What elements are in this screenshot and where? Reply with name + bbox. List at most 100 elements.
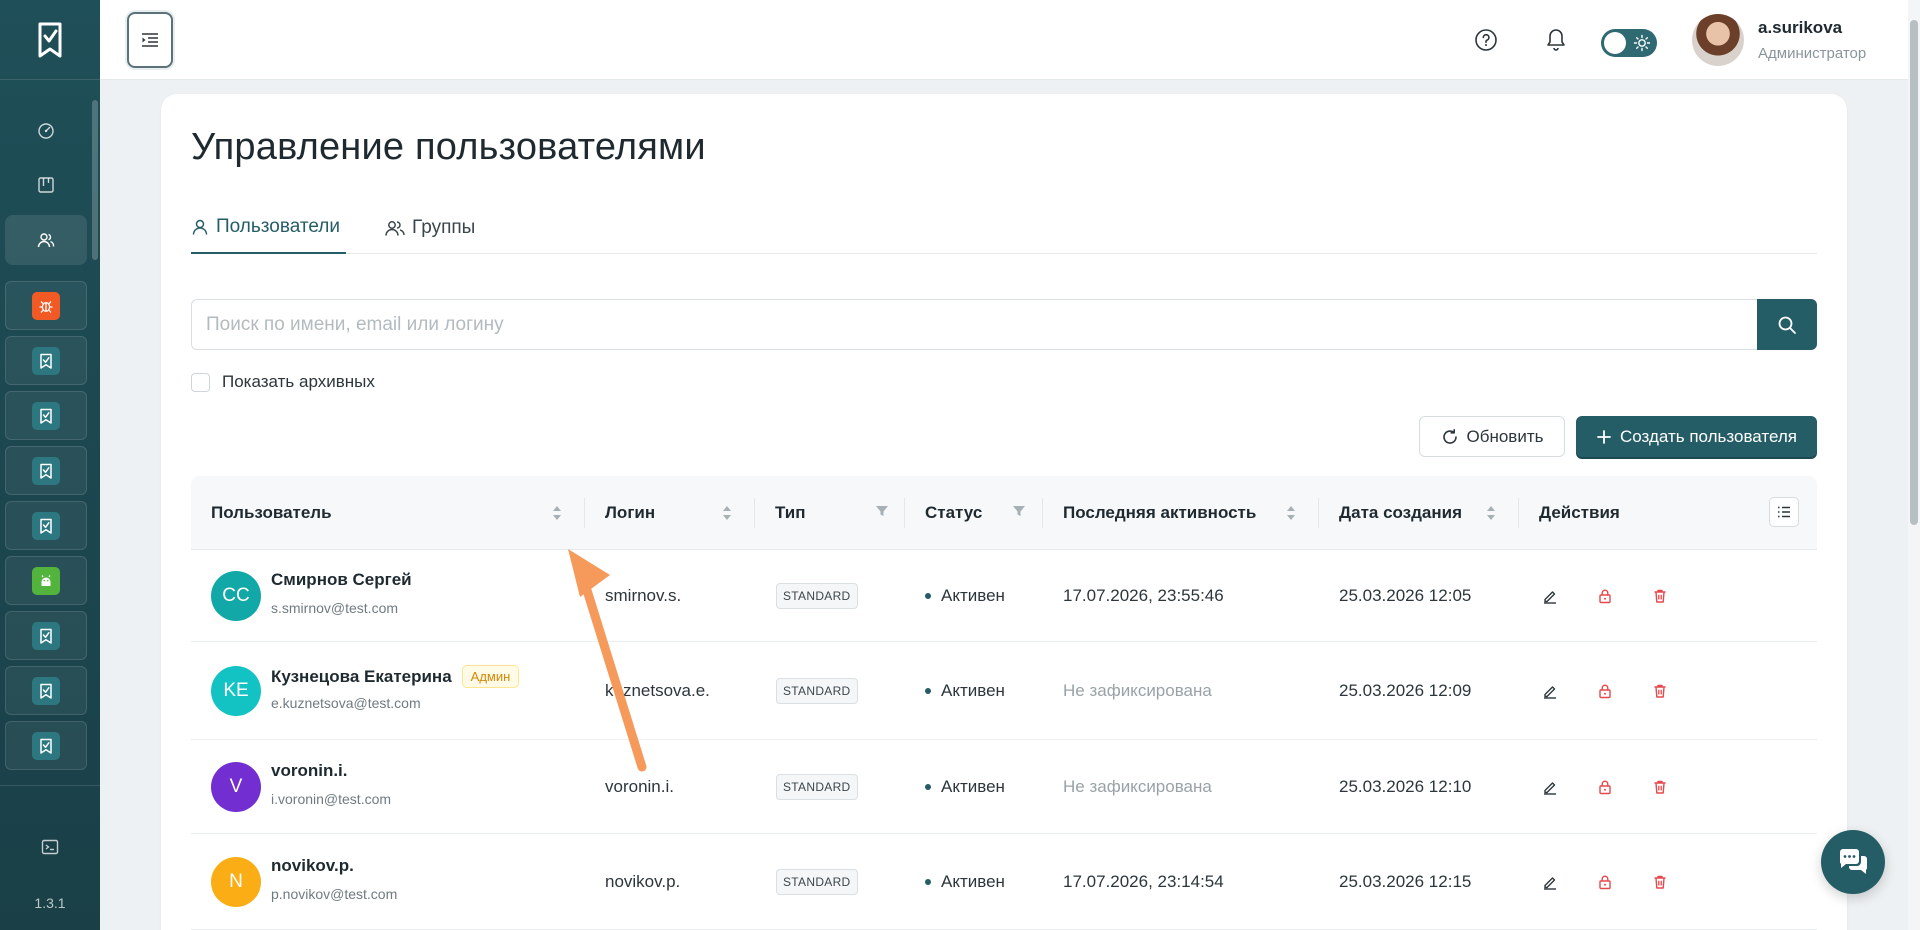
delete-user-button[interactable] [1649, 585, 1671, 607]
users-group-icon [385, 221, 405, 236]
filter-icon[interactable] [875, 504, 889, 518]
sidebar-item-users[interactable] [5, 215, 87, 265]
user-email: p.novikov@test.com [271, 886, 398, 902]
user-full-name[interactable]: voronin.i. [271, 761, 348, 781]
col-header-created[interactable]: Дата создания [1339, 476, 1462, 550]
edit-user-button[interactable] [1539, 680, 1561, 702]
search-button[interactable] [1757, 299, 1817, 350]
show-archived-checkbox[interactable] [191, 372, 210, 392]
theme-toggle[interactable] [1601, 29, 1657, 57]
notifications-button[interactable] [1542, 26, 1570, 54]
create-user-label: Создать пользователя [1620, 426, 1797, 446]
refresh-label: Обновить [1466, 426, 1544, 446]
edit-user-button[interactable] [1539, 871, 1561, 893]
menu-collapse-icon [142, 33, 158, 47]
tab-groups-label: Группы [412, 217, 476, 238]
last-activity: Не зафиксирована [1063, 777, 1212, 796]
create-user-button[interactable]: Создать пользователя [1576, 416, 1817, 457]
table-row[interactable]: СС Смирнов Сергей s.smirnov@test.com smirno… [191, 550, 1817, 642]
status-label: Активен [941, 872, 1005, 891]
sidebar-app-item[interactable] [5, 611, 87, 660]
dashboard-gauge-icon [38, 123, 54, 139]
sidebar-app-item[interactable] [5, 666, 87, 715]
col-header-type[interactable]: Тип [775, 476, 805, 550]
sidebar-app-item[interactable] [5, 391, 87, 440]
user-role: Администратор [1758, 45, 1867, 62]
edit-icon [1544, 782, 1556, 795]
user-avatar-initials: N [211, 857, 261, 907]
edit-user-button[interactable] [1539, 585, 1561, 607]
column-separator [584, 498, 585, 528]
show-archived-toggle[interactable]: Показать архивных [191, 372, 375, 392]
user-full-name[interactable]: novikov.p. [271, 856, 354, 876]
admin-badge: Админ [461, 665, 520, 688]
sidebar-scrollbar[interactable] [92, 100, 98, 260]
column-separator [1318, 498, 1319, 528]
status-label: Активен [941, 681, 1005, 700]
help-button[interactable] [1472, 26, 1500, 54]
column-separator [1518, 498, 1519, 528]
column-separator [1042, 498, 1043, 528]
col-header-last-activity[interactable]: Последняя активность [1063, 476, 1256, 550]
delete-user-button[interactable] [1649, 680, 1671, 702]
column-separator [904, 498, 905, 528]
sort-icon[interactable] [1485, 504, 1497, 522]
page-scrollbar[interactable] [1910, 20, 1918, 525]
sort-icon[interactable] [721, 504, 733, 522]
sidebar-app-item[interactable] [5, 556, 87, 605]
last-activity: Не зафиксирована [1063, 681, 1212, 700]
app-logo[interactable] [0, 0, 100, 80]
bug-icon [39, 300, 53, 313]
block-user-button[interactable] [1594, 776, 1616, 798]
col-header-status[interactable]: Статус [925, 476, 982, 550]
trash-icon [1654, 684, 1666, 698]
sort-icon[interactable] [551, 504, 563, 522]
tabs: Пользователи Группы [191, 202, 1817, 254]
block-user-button[interactable] [1594, 680, 1616, 702]
tab-users[interactable]: Пользователи [191, 202, 346, 254]
col-header-actions: Действия [1539, 503, 1620, 522]
sidebar-app-item[interactable] [5, 281, 87, 330]
delete-user-button[interactable] [1649, 776, 1671, 798]
app-logo-icon [40, 683, 52, 699]
search-input[interactable] [191, 299, 1757, 350]
menu-toggle-button[interactable] [127, 12, 173, 68]
user-status: Активен [925, 777, 1005, 797]
tab-groups[interactable]: Группы [385, 202, 475, 254]
chat-button[interactable] [1821, 830, 1885, 894]
column-separator [754, 498, 755, 528]
sidebar-item-dashboard-gauge[interactable] [5, 105, 87, 155]
user-name[interactable]: a.surikova [1758, 18, 1842, 38]
sort-icon[interactable] [1285, 504, 1297, 522]
app-logo-icon [38, 22, 62, 57]
trash-icon [1654, 875, 1666, 889]
users-card: Управление пользователями Пользователи Г… [161, 94, 1847, 930]
block-user-button[interactable] [1594, 585, 1616, 607]
user-type-tag: STANDARD [776, 583, 858, 609]
edit-icon [1544, 686, 1556, 699]
app-tile [32, 401, 60, 430]
filter-icon[interactable] [1012, 504, 1026, 518]
table-row[interactable]: Vvoronin.i. i.voronin@test.com voronin.i. S… [191, 740, 1817, 834]
user-full-name[interactable]: Кузнецова Екатерина [271, 667, 452, 687]
block-user-button[interactable] [1594, 871, 1616, 893]
sidebar-item-terminal[interactable] [5, 822, 95, 872]
user-avatar[interactable] [1692, 14, 1744, 66]
app-tile [32, 676, 60, 705]
user-full-name[interactable]: Смирнов Сергей [271, 570, 412, 590]
col-header-user[interactable]: Пользователь [211, 476, 332, 550]
table-row[interactable]: KE Кузнецова Екатерина Админ e.kuznetsova@t… [191, 642, 1817, 740]
sidebar-nav [0, 80, 100, 780]
sidebar-app-item[interactable] [5, 501, 87, 550]
table-row[interactable]: Nnovikov.p. p.novikov@test.com novikov.p. S… [191, 834, 1817, 930]
refresh-button[interactable]: Обновить [1419, 416, 1565, 457]
sidebar-app-item[interactable] [5, 336, 87, 385]
sidebar-app-item[interactable] [5, 721, 87, 770]
user-name-cell: novikov.p. [271, 856, 354, 876]
delete-user-button[interactable] [1649, 871, 1671, 893]
sidebar-item-kanban-board[interactable] [5, 160, 87, 210]
column-settings-button[interactable] [1769, 497, 1799, 527]
edit-user-button[interactable] [1539, 776, 1561, 798]
sidebar-app-item[interactable] [5, 446, 87, 495]
search-icon [1778, 316, 1796, 334]
